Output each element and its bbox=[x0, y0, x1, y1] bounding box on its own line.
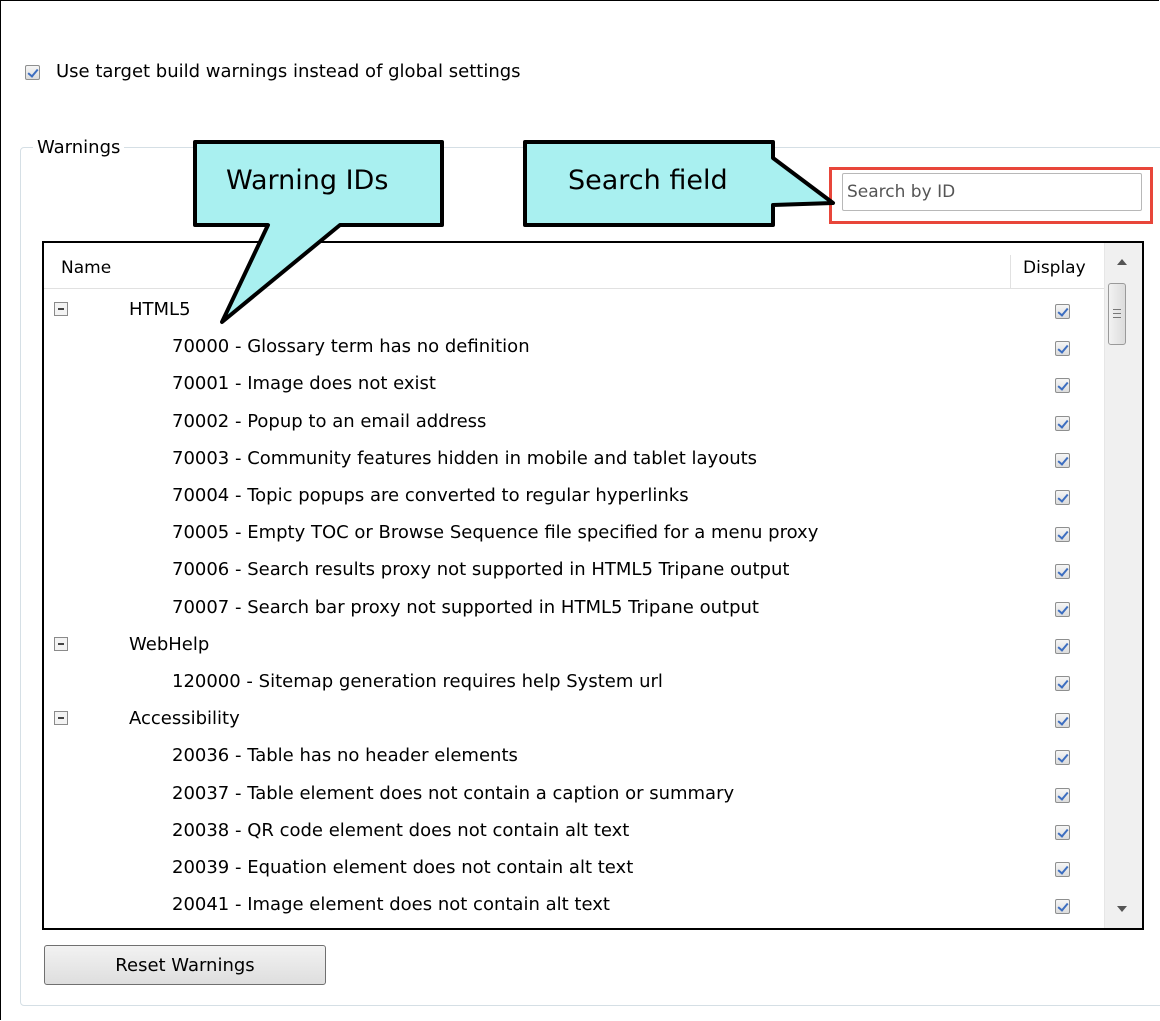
callout-search-field-text: Search field bbox=[568, 165, 728, 196]
callout-warning-ids-text: Warning IDs bbox=[226, 165, 389, 196]
callout-overlay bbox=[193, 140, 835, 324]
